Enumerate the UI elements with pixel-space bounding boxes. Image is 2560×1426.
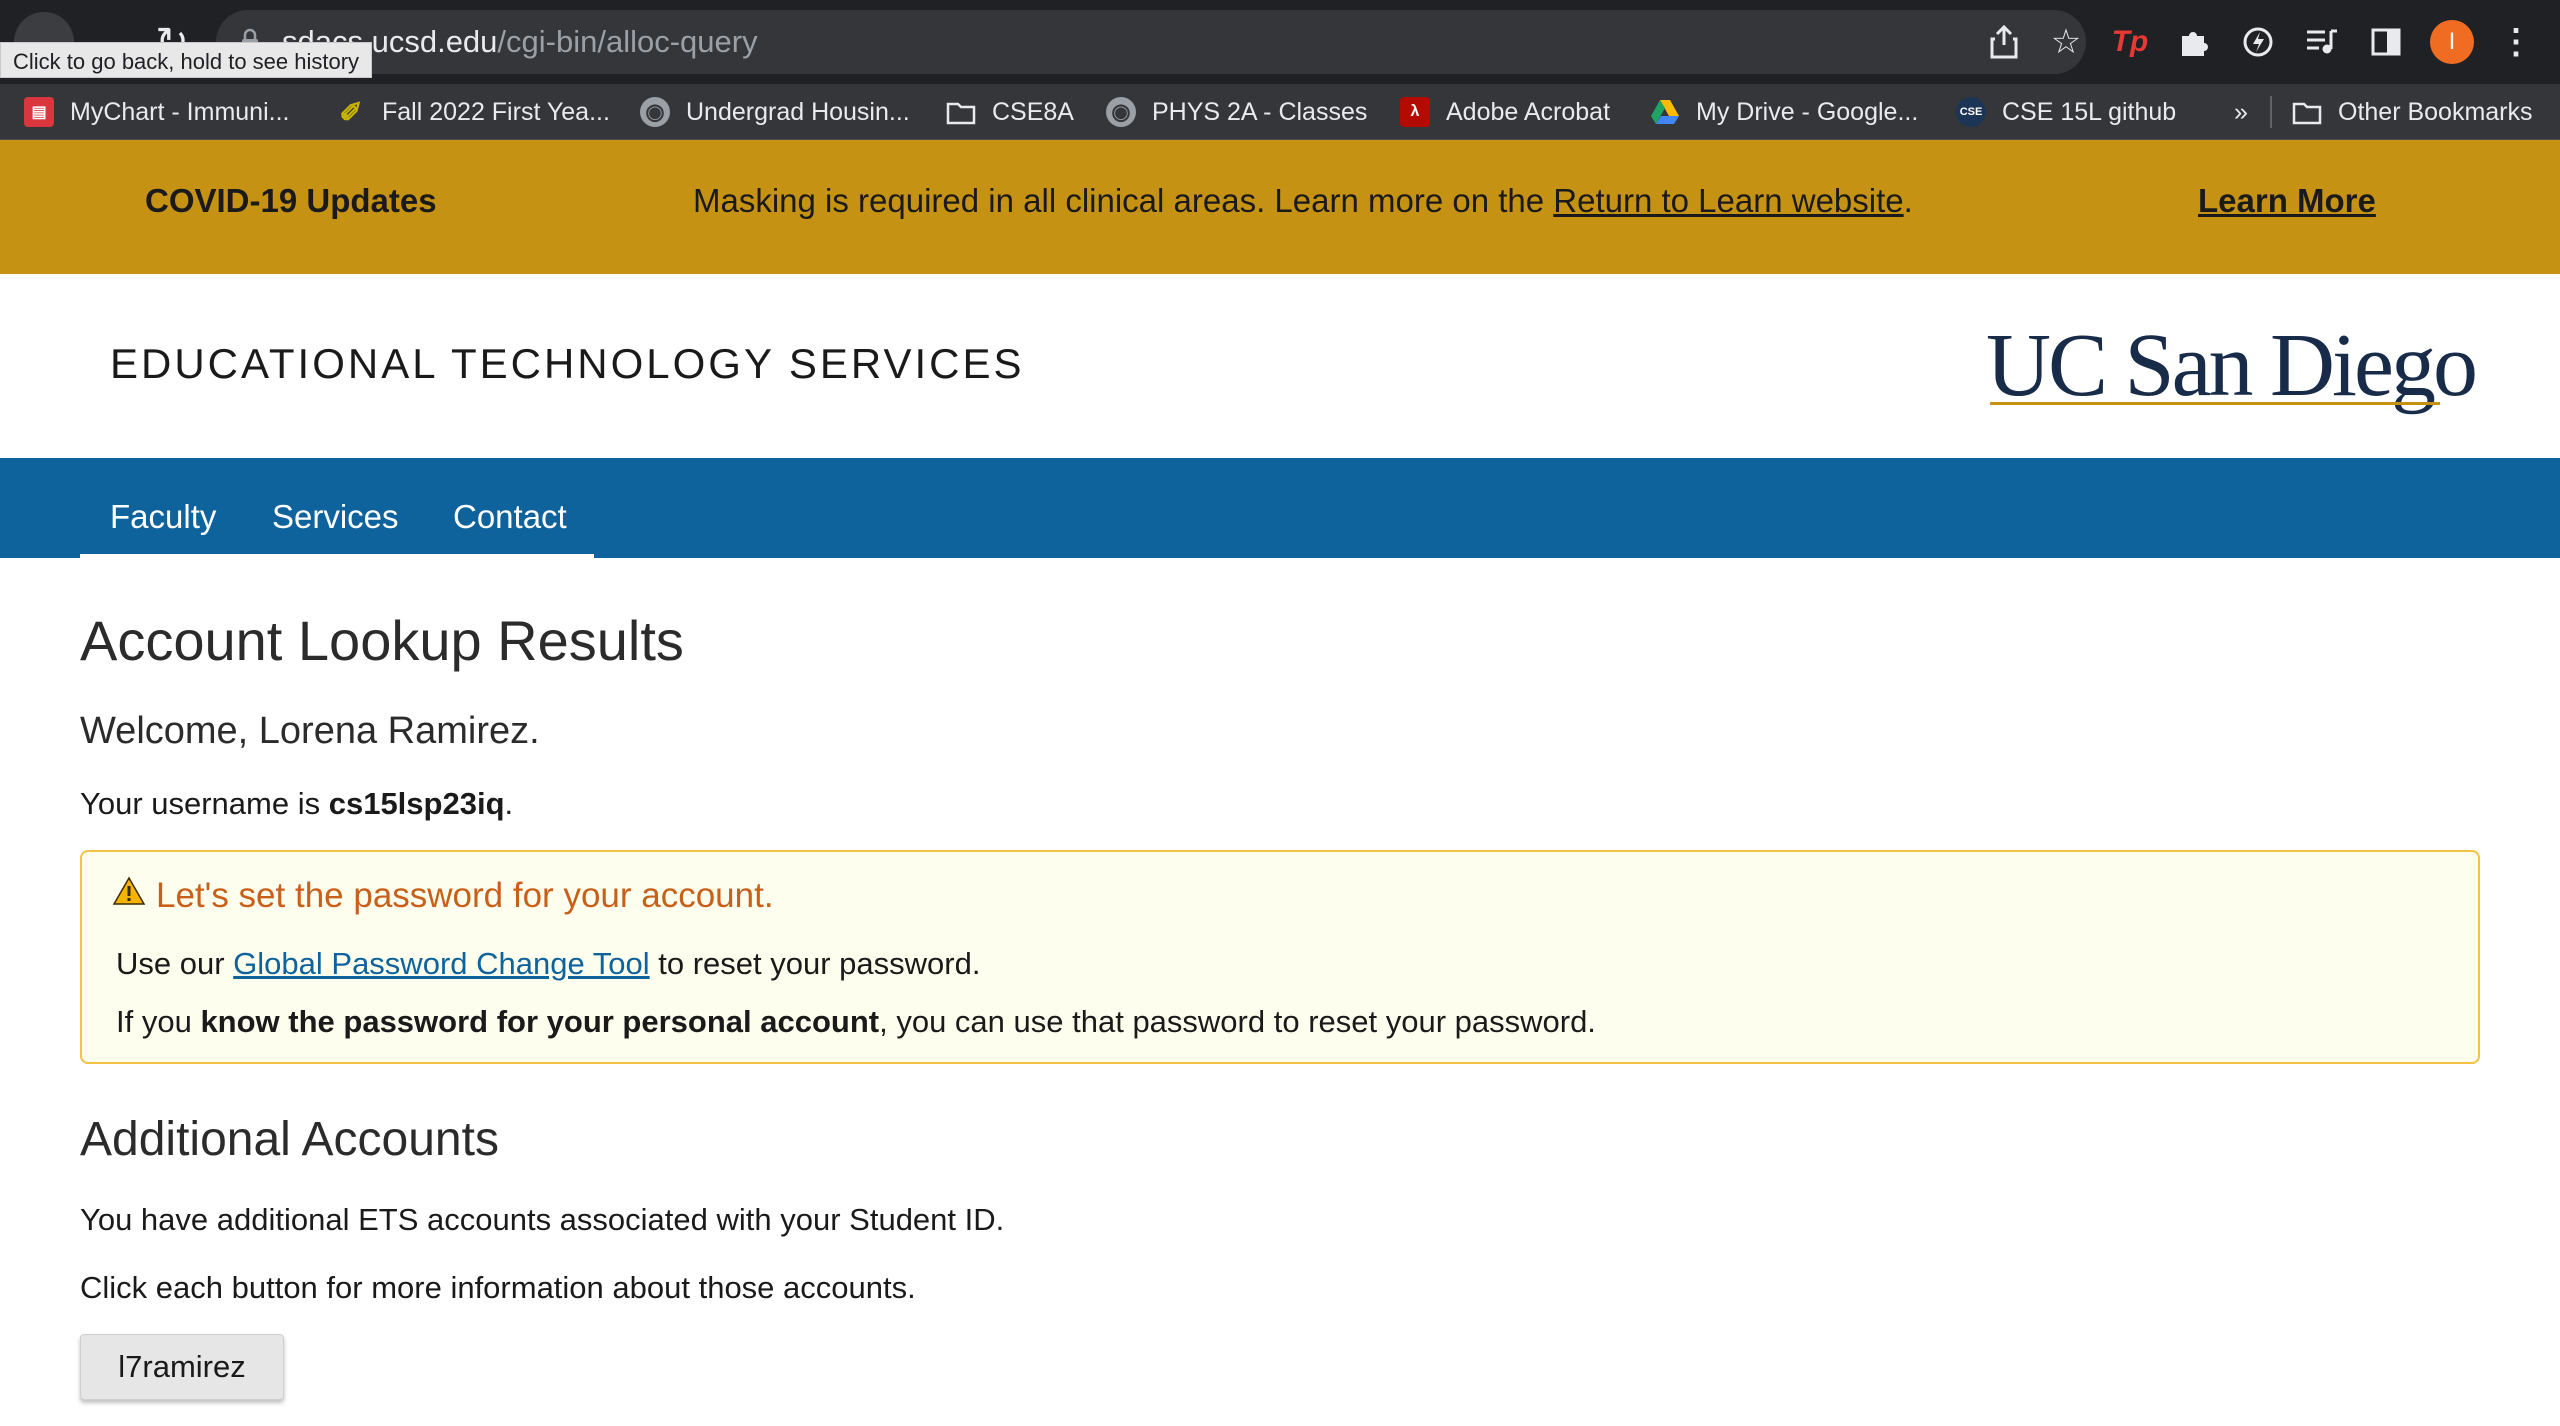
mychart-icon: ▤	[24, 97, 54, 127]
global-password-change-tool-link[interactable]: Global Password Change Tool	[233, 946, 649, 981]
username-prefix: Your username is	[80, 786, 329, 821]
site-header: EDUCATIONAL TECHNOLOGY SERVICES UC San D…	[0, 274, 2560, 458]
share-icon[interactable]	[1986, 24, 2022, 60]
alert-line2-bold: know the password for your personal acco…	[200, 1004, 880, 1039]
page-title: Account Lookup Results	[80, 609, 684, 672]
url-path: /cgi-bin/alloc-query	[497, 24, 758, 59]
folder-icon	[946, 102, 976, 125]
acrobat-icon: λ	[1400, 97, 1430, 127]
more-bookmarks-chevron[interactable]: »	[2234, 92, 2248, 132]
additional-accounts-text-1: You have additional ETS accounts associa…	[80, 1202, 1005, 1237]
return-to-learn-link[interactable]: Return to Learn website	[1553, 182, 1903, 219]
bookmark-cse-15l-github[interactable]: CSE CSE 15L github	[1956, 92, 2176, 132]
covid-message-suffix: .	[1903, 182, 1913, 219]
bookmark-label: CSE8A	[992, 97, 1074, 126]
alert-line2-suffix: , you can use that password to reset you…	[879, 1004, 1596, 1039]
bookmark-label: MyChart - Immuni...	[70, 97, 290, 126]
learn-more-link[interactable]: Learn More	[2198, 182, 2376, 220]
bookmark-label: Adobe Acrobat	[1446, 97, 1611, 126]
welcome-message: Welcome, Lorena Ramirez.	[80, 710, 540, 752]
bookmark-fall-2022[interactable]: ✐ Fall 2022 First Yea...	[336, 92, 610, 132]
bookmark-phys-2a[interactable]: ◉ PHYS 2A - Classes	[1106, 92, 1367, 132]
extensions-puzzle-icon[interactable]	[2172, 20, 2216, 64]
covid-message-prefix: Masking is required in all clinical area…	[693, 182, 1554, 219]
address-bar[interactable]: sdacs.ucsd.edu/cgi-bin/alloc-query ☆	[216, 10, 2086, 74]
covid-banner-message: Masking is required in all clinical area…	[693, 182, 1913, 220]
media-control-icon[interactable]	[2300, 20, 2344, 64]
additional-accounts-title: Additional Accounts	[80, 1113, 499, 1166]
nav-item-services[interactable]: Services	[272, 498, 399, 536]
alert-title: Let's set the password for your account.	[156, 876, 774, 915]
bookmark-separator	[2270, 96, 2272, 128]
nav-item-faculty[interactable]: Faculty	[110, 498, 216, 536]
username-suffix: .	[504, 786, 514, 821]
google-drive-icon	[1651, 100, 1679, 124]
globe-icon: ◉	[640, 97, 670, 127]
additional-accounts-text-2: Click each button for more information a…	[80, 1270, 916, 1305]
bookmark-mychart[interactable]: ▤ MyChart - Immuni...	[24, 92, 289, 132]
alert-line-1: Use our Global Password Change Tool to r…	[116, 946, 980, 982]
pencil-icon: ✐	[339, 96, 363, 128]
bookmarks-bar: ▤ MyChart - Immuni... ✐ Fall 2022 First …	[0, 84, 2560, 140]
account-button-l7ramirez[interactable]: l7ramirez	[80, 1334, 284, 1400]
other-bookmarks-folder[interactable]: Other Bookmarks	[2292, 92, 2533, 132]
back-button-tooltip: Click to go back, hold to see history	[0, 42, 373, 78]
password-alert: Let's set the password for your account.…	[80, 850, 2480, 1064]
covid-banner-title: COVID-19 Updates	[145, 182, 437, 219]
bookmark-label: Undergrad Housin...	[686, 97, 910, 126]
department-title: EDUCATIONAL TECHNOLOGY SERVICES	[110, 340, 1025, 387]
side-panel-icon[interactable]	[2364, 20, 2408, 64]
logo-underline	[1990, 402, 2440, 405]
kebab-menu-icon[interactable]: ⋮	[2494, 20, 2538, 64]
bookmark-cse8a[interactable]: CSE8A	[946, 92, 1074, 132]
nav-item-contact[interactable]: Contact	[453, 498, 567, 536]
main-navigation: Faculty Services Contact	[0, 458, 2560, 558]
profile-avatar[interactable]: I	[2430, 20, 2474, 64]
nav-active-indicator	[80, 554, 594, 558]
alert-line-2: If you know the password for your person…	[116, 1004, 1596, 1040]
bookmark-label: Other Bookmarks	[2338, 97, 2533, 126]
uc-san-diego-logo[interactable]: UC San Diego	[1986, 314, 2478, 422]
cse-icon: CSE	[1956, 97, 1986, 127]
browser-toolbar: ← → ↻ sdacs.ucsd.edu/cgi-bin/alloc-query…	[0, 0, 2560, 84]
bookmark-adobe-acrobat[interactable]: λ Adobe Acrobat	[1400, 92, 1610, 132]
alert-line1-prefix: Use our	[116, 946, 234, 981]
avatar-letter: I	[2448, 28, 2456, 55]
alert-line2-prefix: If you	[116, 1004, 201, 1039]
bookmark-label: CSE 15L github	[2002, 97, 2177, 126]
bookmark-label: Fall 2022 First Yea...	[382, 97, 610, 126]
globe-icon: ◉	[1106, 97, 1136, 127]
username-value: cs15lsp23iq	[328, 786, 505, 821]
bookmark-star-icon[interactable]: ☆	[2048, 23, 2084, 61]
tp-extension-icon[interactable]: Tp	[2108, 20, 2152, 64]
alert-line1-suffix: to reset your password.	[649, 946, 981, 981]
speed-extension-icon[interactable]	[2236, 20, 2280, 64]
bookmark-undergrad-housing[interactable]: ◉ Undergrad Housin...	[640, 92, 910, 132]
warning-icon	[112, 876, 146, 905]
bookmark-label: PHYS 2A - Classes	[1152, 97, 1368, 126]
bookmark-my-drive[interactable]: My Drive - Google...	[1650, 92, 1918, 132]
username-line: Your username is cs15lsp23iq.	[80, 786, 513, 822]
covid-banner: COVID-19 Updates Masking is required in …	[0, 140, 2560, 274]
bookmark-label: My Drive - Google...	[1696, 97, 1919, 126]
folder-icon	[2292, 102, 2322, 125]
